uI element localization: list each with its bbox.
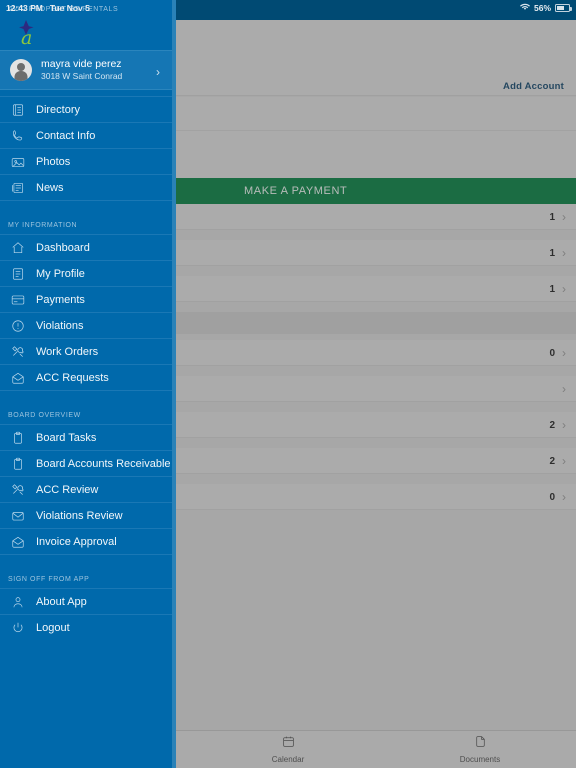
status-date: Tue Nov 5: [49, 3, 90, 13]
app-root: Add Account Account Info › $1,200.00 MAK…: [0, 0, 576, 768]
chevron-right-icon: ›: [562, 210, 566, 224]
profile-row[interactable]: mayra vide perez 3018 W Saint Conrad ›: [0, 50, 172, 90]
envelope-open-icon: [10, 534, 26, 550]
row-count: 1: [549, 283, 555, 295]
sidebar-item-violations[interactable]: Violations: [0, 312, 172, 338]
sidebar-item-dashboard[interactable]: Dashboard: [0, 234, 172, 260]
sidebar-item-label: Violations Review: [36, 509, 123, 522]
sidebar-section-header: MY INFORMATION: [0, 216, 172, 234]
envelope-open-icon: [10, 370, 26, 386]
photo-icon: [10, 154, 26, 170]
sidebar-section-header: BOARD OVERVIEW: [0, 406, 172, 424]
sidebar-item-label: Payments: [36, 293, 85, 306]
row-count: 0: [549, 347, 555, 359]
sidebar-item-label: Directory: [36, 103, 81, 116]
add-account-button[interactable]: Add Account: [503, 81, 564, 92]
tools-icon: [10, 482, 26, 498]
make-a-payment-label: MAKE A PAYMENT: [244, 185, 348, 197]
sidebar-item-label: Invoice Approval: [36, 535, 117, 548]
home-icon: [10, 240, 26, 256]
chevron-right-icon: ›: [562, 246, 566, 260]
profile-address: 3018 W Saint Conrad: [41, 71, 123, 82]
card-icon: [10, 292, 26, 308]
sidebar-item-board-tasks[interactable]: Board Tasks: [0, 424, 172, 450]
sidebar-item-work-orders[interactable]: Work Orders: [0, 338, 172, 364]
power-icon: [10, 620, 26, 636]
news-icon: [10, 180, 26, 196]
row-count: 2: [549, 419, 555, 431]
sidebar-item-label: ACC Requests: [36, 371, 109, 384]
tools-icon: [10, 344, 26, 360]
chevron-right-icon: ›: [562, 346, 566, 360]
drawer-edge: [172, 0, 176, 768]
sidebar-item-payments[interactable]: Payments: [0, 286, 172, 312]
row-count: 0: [549, 491, 555, 503]
tab-label: Documents: [459, 755, 501, 764]
sidebar-section-spacer: [0, 390, 172, 406]
sidebar-item-contact-info[interactable]: Contact Info: [0, 122, 172, 148]
status-time: 12:43 PM: [6, 3, 43, 13]
chevron-right-icon: ›: [562, 490, 566, 504]
avid-properties-logo: a: [19, 20, 34, 48]
avatar: [10, 59, 32, 81]
sidebar-item-label: My Profile: [36, 267, 85, 280]
profile-icon: [10, 266, 26, 282]
sidebar-menu: AVID PROPERTIES RENTALSCalendarContact U…: [0, 0, 172, 640]
sidebar-item-invoice-approval[interactable]: Invoice Approval: [0, 528, 172, 554]
document-icon: [474, 735, 487, 753]
sidebar-item-label: News: [36, 181, 64, 194]
logo-area: a: [0, 16, 172, 50]
sidebar-item-label: Contact Info: [36, 129, 96, 142]
chevron-right-icon: ›: [562, 382, 566, 396]
sidebar-item-acc-review[interactable]: ACC Review: [0, 476, 172, 502]
profile-name: mayra vide perez: [41, 58, 122, 71]
sidebar-item-label: Dashboard: [36, 241, 90, 254]
battery-icon: [555, 4, 572, 12]
sidebar-item-label: Violations: [36, 319, 84, 332]
wifi-icon: [519, 3, 530, 13]
status-bar: 12:43 PM Tue Nov 5 56%: [0, 0, 576, 16]
sidebar-item-violations-review[interactable]: Violations Review: [0, 502, 172, 528]
sidebar-section-header: SIGN OFF FROM APP: [0, 570, 172, 588]
chevron-right-icon: ›: [562, 282, 566, 296]
battery-percent: 56%: [533, 3, 551, 13]
clipboard-icon: [10, 456, 26, 472]
person-icon: [10, 594, 26, 610]
sidebar-item-label: Board Accounts Receivable: [36, 457, 171, 470]
alert-icon: [10, 318, 26, 334]
tab-label: Calendar: [271, 755, 305, 764]
tab-calendar[interactable]: Calendar: [192, 731, 384, 768]
sidebar-item-board-accounts-receivable[interactable]: Board Accounts Receivable: [0, 450, 172, 476]
sidebar-item-photos[interactable]: Photos: [0, 148, 172, 174]
sidebar-section-spacer: [0, 554, 172, 570]
chevron-right-icon: ›: [562, 454, 566, 468]
directory-icon: [10, 102, 26, 118]
clipboard-icon: [10, 430, 26, 446]
calendar-icon: [282, 735, 295, 753]
sidebar-drawer: a mayra vide perez 3018 W Saint Conrad ›…: [0, 0, 176, 768]
envelope-icon: [10, 508, 26, 524]
sidebar-section-spacer: [0, 200, 172, 216]
svg-text:a: a: [21, 27, 32, 48]
chevron-right-icon: ›: [562, 418, 566, 432]
sidebar-item-label: Photos: [36, 155, 71, 168]
row-count: 1: [549, 211, 555, 223]
chevron-right-icon: ›: [156, 65, 160, 79]
row-count: 1: [549, 247, 555, 259]
sidebar-item-label: About App: [36, 595, 87, 608]
sidebar-item-news[interactable]: News: [0, 174, 172, 200]
row-count: 2: [549, 455, 555, 467]
sidebar-item-label: Logout: [36, 621, 70, 634]
sidebar-item-label: ACC Review: [36, 483, 99, 496]
tab-documents[interactable]: Documents: [384, 731, 576, 768]
sidebar-item-label: Work Orders: [36, 345, 99, 358]
sidebar-item-about-app[interactable]: About App: [0, 588, 172, 614]
sidebar-item-my-profile[interactable]: My Profile: [0, 260, 172, 286]
sidebar-item-label: Board Tasks: [36, 431, 97, 444]
sidebar-item-logout[interactable]: Logout: [0, 614, 172, 640]
sidebar-item-directory[interactable]: Directory: [0, 96, 172, 122]
sidebar-item-acc-requests[interactable]: ACC Requests: [0, 364, 172, 390]
phone-icon: [10, 128, 26, 144]
